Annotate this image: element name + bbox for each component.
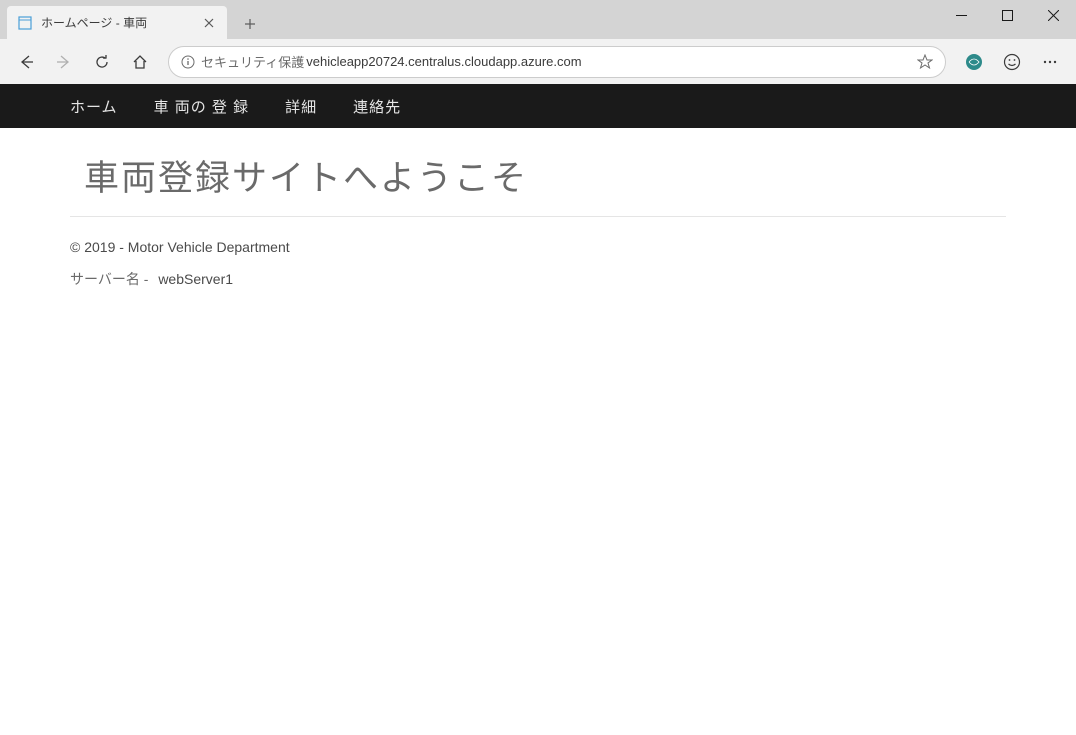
address-bar[interactable]: セキュリティ保護 vehicleapp20724.centralus.cloud… xyxy=(168,46,946,78)
site-navbar: ホーム 車 両の 登 録 詳細 連絡先 xyxy=(0,84,1076,128)
window-controls xyxy=(938,0,1076,30)
page-heading: 車両登録サイトへようこそ xyxy=(70,140,1006,216)
browser-tab[interactable]: ホームページ - 車両 xyxy=(7,6,227,39)
favorite-icon[interactable] xyxy=(917,54,933,70)
new-tab-button[interactable] xyxy=(235,9,265,39)
page-icon xyxy=(17,15,33,31)
back-button[interactable] xyxy=(10,46,42,78)
close-window-button[interactable] xyxy=(1030,0,1076,30)
server-name: webServer1 xyxy=(158,271,233,287)
nav-details[interactable]: 詳細 xyxy=(267,96,335,117)
nav-home[interactable]: ホーム xyxy=(70,96,136,117)
divider xyxy=(70,216,1006,217)
server-info: サーバー名 - webServer1 xyxy=(70,269,1006,289)
tab-title: ホームページ - 車両 xyxy=(41,14,201,31)
browser-toolbar: セキュリティ保護 vehicleapp20724.centralus.cloud… xyxy=(0,39,1076,84)
extension-icon[interactable] xyxy=(958,46,990,78)
info-icon[interactable] xyxy=(181,55,195,69)
url-text: vehicleapp20724.centralus.cloudapp.azure… xyxy=(306,54,917,69)
close-tab-icon[interactable] xyxy=(201,15,217,31)
forward-button[interactable] xyxy=(48,46,80,78)
security-label: セキュリティ保護 xyxy=(201,52,304,71)
menu-button[interactable] xyxy=(1034,46,1066,78)
nav-contact[interactable]: 連絡先 xyxy=(335,96,419,117)
minimize-button[interactable] xyxy=(938,0,984,30)
smiley-icon[interactable] xyxy=(996,46,1028,78)
maximize-button[interactable] xyxy=(984,0,1030,30)
refresh-button[interactable] xyxy=(86,46,118,78)
browser-tab-strip: ホームページ - 車両 xyxy=(0,0,1076,39)
copyright-text: © 2019 - Motor Vehicle Department xyxy=(70,239,1006,255)
page-content: 車両登録サイトへようこそ © 2019 - Motor Vehicle Depa… xyxy=(0,128,1076,301)
server-label: サーバー名 - xyxy=(70,271,148,287)
home-button[interactable] xyxy=(124,46,156,78)
nav-register[interactable]: 車 両の 登 録 xyxy=(136,96,268,117)
